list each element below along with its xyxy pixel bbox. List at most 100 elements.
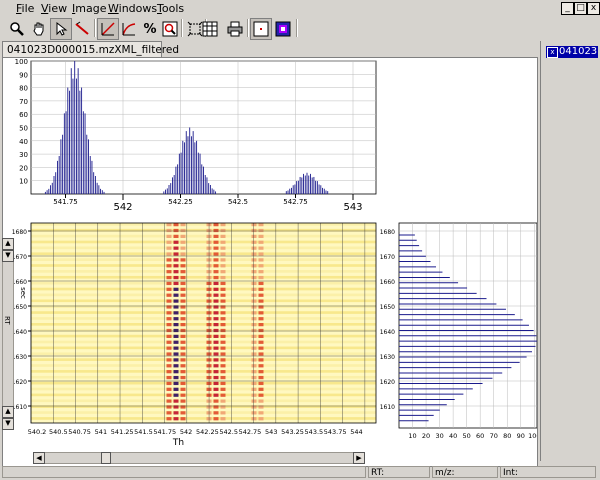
- heatmap-x-label: 543.25: [281, 428, 304, 436]
- heatmap-stripe: [31, 258, 376, 261]
- restore-button[interactable]: □: [574, 2, 587, 15]
- heatmap-cell: [180, 352, 186, 356]
- top-y-tick-label: 30: [19, 151, 28, 159]
- heatmap-x-label: 541.25: [111, 428, 134, 436]
- heatmap-cell: [258, 387, 264, 391]
- heatmap-cell: [213, 281, 219, 286]
- menu-file[interactable]: File: [16, 2, 34, 15]
- heatmap-cell: [166, 311, 172, 315]
- heatmap-stripe: [31, 246, 376, 250]
- magnifier-icon[interactable]: [6, 18, 28, 40]
- heatmap-cell: [166, 393, 172, 397]
- scroll-thumb[interactable]: [101, 452, 111, 464]
- heatmap-cell: [213, 293, 219, 297]
- heatmap-stripe: [31, 270, 376, 273]
- heatmap-cell: [220, 281, 226, 286]
- heatmap-stripe: [31, 381, 376, 385]
- heatmap-x-label: 541.5: [134, 428, 153, 436]
- heatmap-cell: [180, 358, 186, 362]
- heatmap-cell: [173, 299, 179, 303]
- heatmap-cell: [251, 246, 257, 250]
- menu-view[interactable]: View: [41, 2, 67, 15]
- minimize-button[interactable]: _: [561, 2, 574, 15]
- top-x-major-label: 542: [113, 202, 132, 213]
- window-list-item[interactable]: x041023D: [546, 46, 598, 58]
- heatmap-cell: [251, 323, 257, 327]
- heatmap-cell: [180, 234, 186, 238]
- vertical-scrollbar[interactable]: [2, 238, 14, 430]
- heatmap-cell: [220, 323, 226, 327]
- menu-tools[interactable]: Tools: [157, 2, 184, 15]
- heatmap-cell: [251, 411, 257, 415]
- heatmap-stripe: [31, 323, 376, 326]
- heatmap-cell: [173, 228, 179, 233]
- heatmap-cell: [213, 370, 219, 374]
- log-plot-icon[interactable]: [118, 18, 140, 40]
- heatmap-cell: [213, 387, 219, 391]
- heatmap-x-label: 541: [95, 428, 107, 436]
- menu-image[interactable]: Image: [72, 2, 106, 15]
- heatmap-cell: [173, 399, 179, 403]
- tab-file[interactable]: 041023D000015.mzXML_filtered: [2, 41, 179, 57]
- heatmap-cell: [251, 275, 257, 280]
- heatmap-x-label: 542.5: [219, 428, 238, 436]
- arrow-select-icon[interactable]: [50, 18, 72, 40]
- heatmap-cell: [258, 346, 264, 350]
- heatmap-plot: 16801670166016501640163016201610540.2 540…: [12, 222, 377, 448]
- heatmap-cell: [251, 287, 257, 291]
- heatmap-x-label: 541.75: [153, 428, 176, 436]
- heatmap-stripe: [31, 364, 376, 367]
- status-mz: m/z:: [432, 466, 498, 478]
- heatmap-cell: [166, 252, 172, 256]
- heatmap-x-axis-title: Th: [172, 438, 184, 448]
- heatmap-cell: [180, 240, 186, 244]
- heatmap-cell: [258, 370, 264, 374]
- heatmap-cell: [166, 381, 172, 386]
- heatmap-cell: [251, 375, 257, 380]
- heatmap-cell: [258, 223, 264, 227]
- heatmap-x-label: 542: [180, 428, 192, 436]
- heatmap-cell: [180, 328, 186, 333]
- heatmap-x-label: 540.2: [28, 428, 47, 436]
- scroll-up-button[interactable]: ▲: [2, 238, 14, 250]
- heatmap-cell: [180, 287, 186, 291]
- top-spectrum-plot: 100 90 80 70 60 50 40 30 20 10 541.75 542.25 542.5 54…: [15, 58, 377, 213]
- plot-canvas[interactable]: 100908070605040302010541.75 542.25 542.5 54…: [3, 58, 537, 466]
- scroll-right-button[interactable]: ▶: [353, 452, 365, 464]
- heatmap-cell: [258, 281, 264, 286]
- scroll-down-button[interactable]: ▼: [2, 250, 14, 262]
- side-y-label: 1630: [380, 354, 395, 361]
- heatmap-icon[interactable]: [272, 18, 294, 40]
- heatmap-cell: [258, 264, 264, 268]
- heatmap-y-label: 1640: [12, 329, 27, 336]
- print-icon[interactable]: [224, 18, 246, 40]
- heatmap-y-label: 1610: [12, 404, 27, 411]
- scroll-left-button[interactable]: ◀: [33, 452, 45, 464]
- heatmap-cell: [180, 281, 186, 286]
- percent-icon[interactable]: %: [139, 18, 161, 40]
- heatmap-cell: [220, 393, 226, 397]
- heatmap-cell: [173, 258, 179, 262]
- scroll-down-button-2[interactable]: ▼: [2, 418, 14, 430]
- heatmap-cell: [180, 417, 186, 421]
- heatmap-cell: [180, 399, 186, 403]
- horizontal-scrollbar[interactable]: [33, 452, 365, 464]
- heatmap-cell: [173, 417, 179, 421]
- heatmap-cell: [173, 264, 179, 268]
- line-plot-icon[interactable]: [97, 18, 119, 40]
- menu-windows[interactable]: Windows: [108, 2, 157, 15]
- grid-icon[interactable]: [199, 18, 221, 40]
- hand-icon[interactable]: [28, 18, 50, 40]
- heatmap-cell: [166, 223, 172, 227]
- viewer-panel: 100 90 80 70 60 50 40 30 20 10 541.75 542.25 542.5 54…: [2, 57, 538, 467]
- image-toggle-icon[interactable]: [250, 18, 272, 40]
- heatmap-stripe: [31, 352, 376, 356]
- close-window-icon[interactable]: x: [547, 47, 558, 58]
- scroll-up-button-2[interactable]: ▲: [2, 406, 14, 418]
- side-x-label: 70: [490, 432, 498, 440]
- heatmap-cell: [213, 364, 219, 368]
- heatmap-cell: [258, 234, 264, 238]
- close-button[interactable]: x: [587, 2, 600, 15]
- zoom-region-icon[interactable]: [159, 18, 181, 40]
- ruler-icon[interactable]: [71, 18, 93, 40]
